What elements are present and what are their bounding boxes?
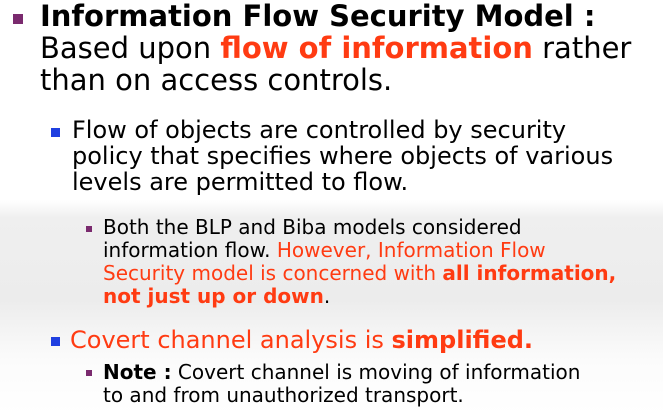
square-bullet-icon (86, 370, 92, 376)
main-bullet-line2: Based upon flow of information rather (40, 31, 632, 65)
square-bullet-icon (51, 128, 60, 137)
square-bullet-icon (13, 14, 23, 24)
square-bullet-icon (86, 226, 92, 232)
sub-bullet-2-text: Covert channel analysis is simplified. (70, 326, 534, 354)
main-bullet-text: Information Flow Security Model : Based … (40, 0, 660, 96)
square-bullet-icon (51, 337, 60, 346)
sub-sub-bullet-1-text: Both the BLP and Biba models considered … (103, 215, 617, 308)
note-label: Note : (103, 360, 172, 384)
main-bullet-line3: than on access controls. (40, 63, 393, 97)
sub-bullet-1-text: Flow of objects are controlled by securi… (72, 116, 614, 196)
sub-sub-bullet-2-text: Note : Covert channel is moving of infor… (103, 360, 581, 407)
slide: Information Flow Security Model : Based … (0, 0, 663, 414)
main-bullet-title: Information Flow Security Model : (40, 0, 596, 33)
highlight-flow-of-information: flow of information (220, 31, 533, 65)
